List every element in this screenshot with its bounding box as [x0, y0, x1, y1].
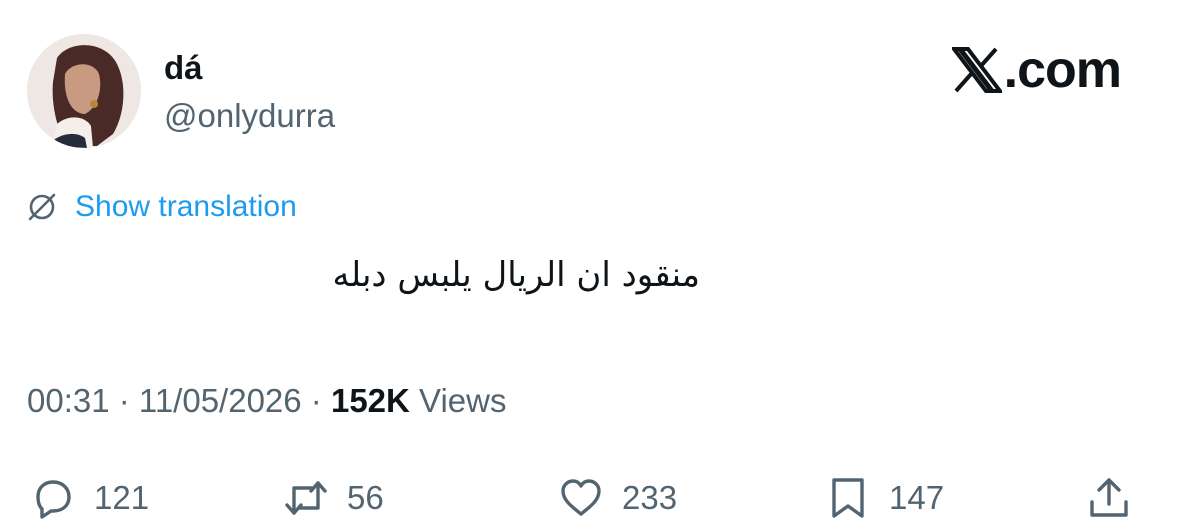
share-button[interactable] — [1086, 468, 1132, 528]
tweet-date[interactable]: 11/05/2026 — [139, 382, 302, 419]
bookmark-icon — [832, 478, 864, 518]
action-bar: 121 56 233 147 — [0, 468, 1179, 528]
user-handle[interactable]: @onlydurra — [164, 95, 335, 137]
display-name[interactable]: dá — [164, 48, 203, 88]
retweet-icon — [285, 481, 327, 515]
views-count: 152K — [330, 382, 410, 419]
share-icon — [1090, 478, 1128, 517]
x-logo-icon — [951, 47, 1002, 93]
tweet-time[interactable]: 00:31 — [27, 382, 110, 419]
reply-icon — [36, 480, 71, 519]
reply-button[interactable]: 121 — [30, 468, 149, 528]
repost-count: 56 — [347, 479, 384, 516]
like-count: 233 — [622, 479, 678, 516]
tweet-meta: 00:31 · 11/05/2026 · 152K Views — [27, 380, 506, 422]
avatar-image — [27, 34, 141, 148]
meta-separator: · — [301, 382, 331, 419]
bookmark-button[interactable]: 147 — [825, 468, 944, 528]
show-translation-button[interactable]: Show translation — [27, 186, 297, 228]
avatar[interactable] — [27, 34, 141, 148]
meta-separator: · — [109, 382, 139, 419]
like-icon — [561, 479, 601, 516]
globe-off-icon — [28, 193, 56, 221]
show-translation-label: Show translation — [75, 190, 297, 223]
reply-count: 121 — [94, 479, 150, 516]
brand-watermark: .com — [951, 40, 1122, 100]
like-button[interactable]: 233 — [558, 468, 677, 528]
tweet-text: منقود ان الريال يلبس دبله — [332, 255, 700, 295]
brand-text: .com — [1003, 41, 1122, 99]
views-label: Views — [419, 382, 507, 419]
repost-button[interactable]: 56 — [283, 468, 384, 528]
bookmark-count: 147 — [889, 479, 945, 516]
